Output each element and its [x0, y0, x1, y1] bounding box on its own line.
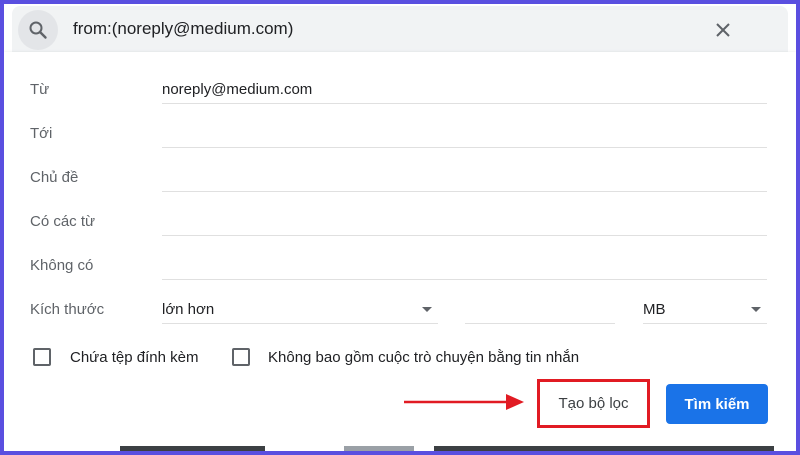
size-unit-value: MB — [643, 301, 666, 318]
dropdown-arrow-icon — [751, 307, 761, 312]
to-label: Tới — [30, 125, 53, 142]
dropdown-arrow-icon — [422, 307, 432, 312]
size-label: Kích thước — [30, 301, 105, 318]
advanced-search-panel: Từ noreply@medium.com Tới Chủ đề Có các … — [4, 52, 796, 451]
subject-label: Chủ đề — [30, 169, 79, 186]
exclude-chats-checkbox[interactable] — [232, 348, 250, 366]
has-attachment-label: Chứa tệp đính kèm — [70, 349, 199, 366]
gmail-search-dialog: from:(noreply@medium.com) Từ noreply@med… — [4, 4, 796, 451]
search-button[interactable]: Tìm kiếm — [666, 384, 768, 424]
size-value-input[interactable] — [465, 297, 615, 324]
size-operator-value: lớn hơn — [162, 301, 215, 318]
annotation-arrow-icon — [404, 394, 524, 410]
create-filter-button[interactable]: Tạo bộ lọc — [537, 379, 650, 428]
size-unit-select[interactable]: MB — [643, 297, 767, 324]
has-words-field[interactable] — [162, 209, 767, 236]
exclude-chats-label: Không bao gồm cuộc trò chuyện bằng tin n… — [268, 349, 580, 366]
to-field[interactable] — [162, 121, 767, 148]
has-attachment-checkbox[interactable] — [33, 348, 51, 366]
search-bar: from:(noreply@medium.com) — [12, 6, 788, 52]
doesnt-have-field[interactable] — [162, 253, 767, 280]
size-operator-select[interactable]: lớn hơn — [162, 297, 438, 324]
from-label: Từ — [30, 81, 50, 98]
from-field[interactable]: noreply@medium.com — [162, 77, 767, 104]
doesnt-have-label: Không có — [30, 257, 94, 274]
background-content — [4, 440, 796, 451]
search-query[interactable]: from:(noreply@medium.com) — [73, 19, 293, 39]
subject-field[interactable] — [162, 165, 767, 192]
has-words-label: Có các từ — [30, 213, 96, 230]
from-value: noreply@medium.com — [162, 81, 313, 98]
close-icon[interactable] — [704, 11, 742, 49]
search-icon[interactable] — [18, 10, 58, 50]
